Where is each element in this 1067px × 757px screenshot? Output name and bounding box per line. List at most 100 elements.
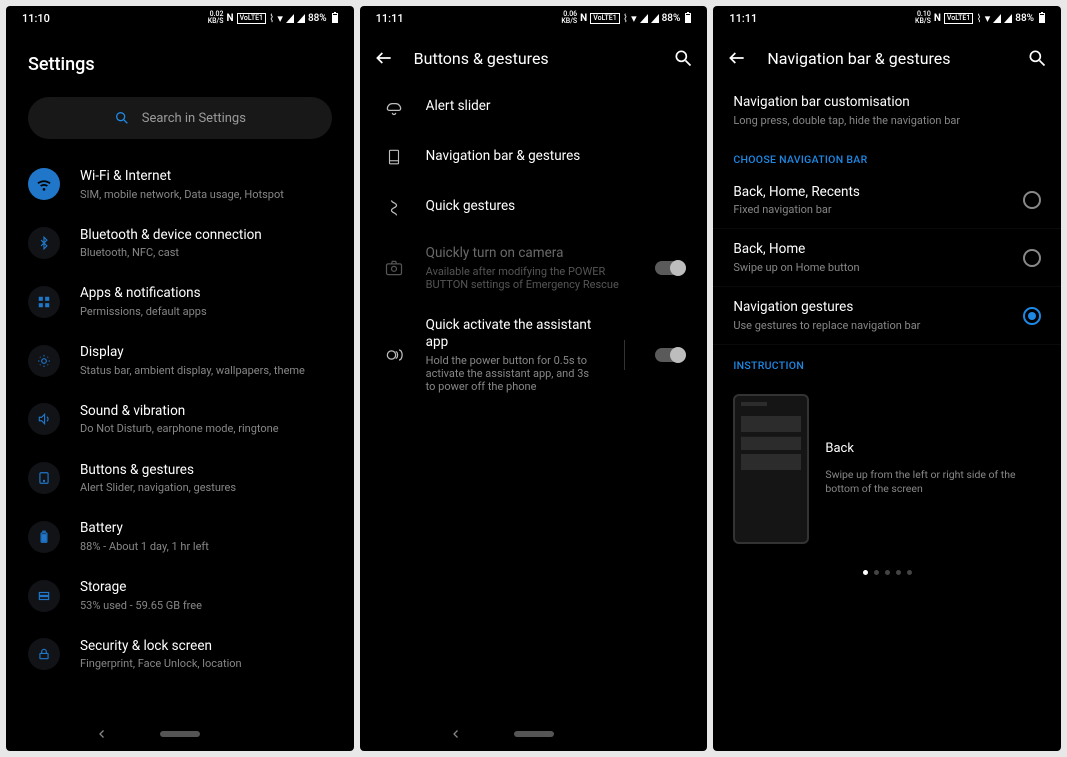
grid-icon (28, 286, 60, 318)
search-icon (114, 110, 130, 126)
item-quick-gestures[interactable]: Quick gestures (360, 182, 708, 232)
section-choose-navbar: CHOOSE NAVIGATION BAR (713, 139, 1061, 172)
page-title: Navigation bar & gestures (767, 49, 1007, 68)
battery-icon (1039, 13, 1045, 23)
sound-icon (28, 403, 60, 435)
wifi-icon: ▾ (985, 12, 991, 25)
nfc-icon: N (580, 13, 587, 24)
volte-icon: VoLTE1 (590, 13, 619, 24)
item-alert-slider[interactable]: Alert slider (360, 82, 708, 132)
assistant-icon (382, 343, 406, 367)
nav-bar (360, 717, 708, 751)
dot-1 (863, 570, 868, 575)
status-bar: 11:11 0.06 KB/S N VoLTE1 ⌇ ▾ 88% (360, 6, 708, 30)
dot-4 (896, 570, 901, 575)
nav-home-pill[interactable] (160, 731, 200, 737)
item-apps-notifications[interactable]: Apps & notificationsPermissions, default… (6, 272, 354, 331)
item-bluetooth[interactable]: Bluetooth & device connectionBluetooth, … (6, 214, 354, 273)
quickgest-icon (382, 195, 406, 219)
instruction-mock-icon (733, 394, 809, 544)
lock-icon (28, 638, 60, 670)
section-instruction: INSTRUCTION (713, 345, 1061, 378)
status-right: 0.10 KB/S N VoLTE1 ⌇ ▾ 88% (915, 11, 1045, 25)
wifi-icon: ▾ (277, 12, 283, 25)
battery-icon (28, 521, 60, 553)
separator (624, 340, 625, 370)
search-button[interactable] (673, 48, 693, 68)
status-bar: 11:11 0.10 KB/S N VoLTE1 ⌇ ▾ 88% (713, 6, 1061, 30)
battery-icon (332, 13, 338, 23)
clock: 11:10 (22, 12, 50, 25)
bell-icon (382, 95, 406, 119)
clock: 11:11 (376, 12, 404, 25)
vibrate-icon: ⌇ (269, 12, 274, 25)
page-indicator[interactable] (713, 560, 1061, 585)
search-placeholder: Search in Settings (142, 111, 246, 126)
volte-icon: VoLTE1 (237, 13, 266, 24)
radio-back-home[interactable] (1023, 249, 1041, 267)
item-sound-vibration[interactable]: Sound & vibrationDo Not Disturb, earphon… (6, 390, 354, 449)
storage-icon (28, 580, 60, 612)
gesture-icon (28, 462, 60, 494)
toggle-quick-camera (655, 261, 685, 275)
back-button[interactable] (727, 48, 747, 68)
battery-pct: 88% (308, 13, 327, 24)
nfc-icon: N (227, 13, 234, 24)
signal-1-icon (993, 14, 1001, 23)
bluetooth-icon (28, 227, 60, 259)
item-quick-assistant[interactable]: Quick activate the assistant appHold the… (360, 304, 708, 407)
vibrate-icon: ⌇ (623, 12, 628, 25)
item-security-lockscreen[interactable]: Security & lock screenFingerprint, Face … (6, 625, 354, 684)
camera-icon (382, 256, 406, 280)
item-storage[interactable]: Storage53% used - 59.65 GB free (6, 566, 354, 625)
instruction-sub: Swipe up from the left or right side of … (825, 468, 1041, 497)
signal-1-icon (286, 14, 294, 23)
dot-2 (874, 570, 879, 575)
item-navbar-gestures[interactable]: Navigation bar & gestures (360, 132, 708, 182)
item-wifi-internet[interactable]: Wi-Fi & InternetSIM, mobile network, Dat… (6, 155, 354, 214)
battery-icon (685, 13, 691, 23)
option-back-home-recents[interactable]: Back, Home, Recents Fixed navigation bar (713, 172, 1061, 230)
nav-bar (6, 717, 354, 751)
nav-home-pill[interactable] (514, 731, 554, 737)
wifi-icon: ▾ (631, 12, 637, 25)
toggle-quick-assistant[interactable] (655, 348, 685, 362)
status-right: 0.02 KB/S N VoLTE1 ⌇ ▾ 88% (208, 11, 338, 25)
page-title: Buttons & gestures (414, 49, 654, 68)
status-bar: 11:10 0.02 KB/S N VoLTE1 ⌇ ▾ 88% (6, 6, 354, 30)
back-button[interactable] (374, 48, 394, 68)
page-title: Settings (6, 30, 354, 89)
dot-5 (907, 570, 912, 575)
wifi-icon (28, 168, 60, 200)
navbar-icon (382, 145, 406, 169)
instruction-title: Back (825, 441, 1041, 456)
status-right: 0.06 KB/S N VoLTE1 ⌇ ▾ 88% (561, 11, 691, 25)
nav-back-icon[interactable] (450, 728, 462, 740)
dot-3 (885, 570, 890, 575)
option-navigation-gestures[interactable]: Navigation gestures Use gestures to repl… (713, 287, 1061, 345)
radio-navigation-gestures[interactable] (1023, 307, 1041, 325)
item-navbar-customisation[interactable]: Navigation bar customisation Long press,… (713, 82, 1061, 139)
item-display[interactable]: DisplayStatus bar, ambient display, wall… (6, 331, 354, 390)
signal-2-icon (1004, 14, 1012, 23)
volte-icon: VoLTE1 (944, 13, 973, 24)
header: Navigation bar & gestures (713, 30, 1061, 82)
item-battery[interactable]: Battery88% - About 1 day, 1 hr left (6, 507, 354, 566)
option-back-home[interactable]: Back, Home Swipe up on Home button (713, 229, 1061, 287)
signal-1-icon (640, 14, 648, 23)
search-input[interactable]: Search in Settings (28, 97, 332, 139)
item-buttons-gestures[interactable]: Buttons & gesturesAlert Slider, navigati… (6, 449, 354, 508)
radio-back-home-recents[interactable] (1023, 191, 1041, 209)
nfc-icon: N (934, 13, 941, 24)
signal-2-icon (297, 14, 305, 23)
battery-pct: 88% (662, 13, 681, 24)
vibrate-icon: ⌇ (976, 12, 981, 25)
nav-back-icon[interactable] (96, 728, 108, 740)
item-quick-camera: Quickly turn on cameraAvailable after mo… (360, 232, 708, 304)
signal-2-icon (651, 14, 659, 23)
bulb-icon (28, 345, 60, 377)
instruction-card[interactable]: Back Swipe up from the left or right sid… (713, 378, 1061, 560)
battery-pct: 88% (1015, 13, 1034, 24)
clock: 11:11 (729, 12, 757, 25)
search-button[interactable] (1027, 48, 1047, 68)
